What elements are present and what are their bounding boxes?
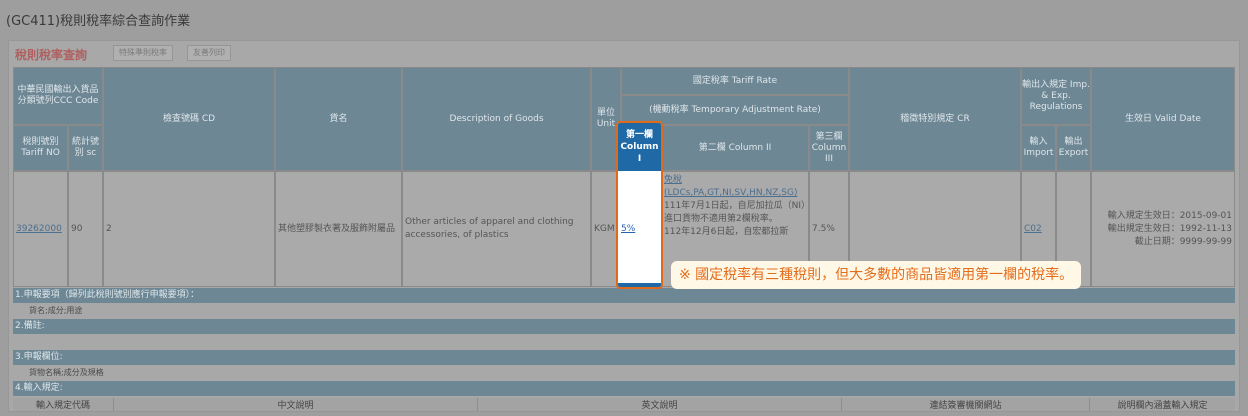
cell-tariff-no[interactable]: 39262000 [13,171,68,287]
header-cr: 稽徵特別規定 CR [849,67,1021,171]
header-column-3: 第三欄 Column III [809,125,849,171]
column-1-highlight-bottom [618,283,661,287]
column-1-highlight: 第一欄 Column I 5% [616,121,663,289]
cell-goods-en: Other articles of apparel and clothing a… [402,171,591,287]
bottom-header-en: 英文說明 [477,398,841,411]
bottom-header-zh: 中文說明 [113,398,477,411]
header-ccc-code: 中華民國輸出入貨品分類號列CCC Code [13,67,103,125]
header-tariff-rate: 國定稅率 Tariff Rate [621,67,849,95]
bottom-header-covered: 說明欄內涵蓋輸入規定 [1089,398,1235,411]
valid-date-import: 輸入規定生效日：2015-09-01 [1107,210,1232,221]
cell-goods-zh: 其他塑膠製衣著及服飾附屬品 [275,171,402,287]
header-stat-no: 統計號別 sc [68,125,103,171]
header-goods-zh: 貨名 [275,67,402,171]
section-remarks-content [13,334,1235,350]
bottom-header-code: 輸入規定代碼 [35,401,90,411]
header-cd: 檢查號碼 CD [103,67,275,171]
query-title: 稅則稅率查詢 [15,48,88,62]
valid-date-end: 截止日期：9999-99-99 [1134,236,1232,247]
tip-callout: ※ 國定稅率有三種稅則，但大多數的商品皆適用第一欄的稅率。 [671,261,1082,289]
header-export: 輸出 Export [1056,125,1091,171]
cell-cd: 2 [103,171,275,287]
import-rule-link[interactable]: C02 [1024,223,1042,236]
header-imp-exp: 輸出入規定 Imp. & Exp. Regulations [1021,67,1091,125]
valid-date-export: 輸出規定生效日：1992-11-13 [1107,223,1232,234]
section-declaration-items-content: 貨名;成分;用途 [13,303,1235,319]
header-column-1: 第一欄 Column I [618,123,661,171]
print-friendly-button[interactable]: 友善列印 [187,45,231,61]
column-2-note-2: 112年12月6日起，自宏都拉斯 [664,227,789,237]
import-rules-header: 輸入規定代碼 中文說明 英文說明 連結簽審機關網站 說明欄內涵蓋輸入規定 [13,398,1235,411]
column-2-note-1: 111年7月1日起，自尼加拉瓜（NI）進口貨物不適用第2欄稅率。 [664,201,806,224]
section-import-rules-title: 4.輸入規定: [13,381,1235,396]
column-2-duty-free-link[interactable]: 免稅 [664,174,806,187]
header-import: 輸入 Import [1021,125,1056,171]
section-declaration-items-title: 1.申報要項（歸列此稅則號別應行申報要項）： [13,288,1235,303]
tariff-no-link[interactable]: 39262000 [16,223,62,236]
section-remarks-title: 2.備註: [13,319,1235,334]
header-tariff-no: 稅則號別 Tariff NO [13,125,68,171]
column-1-rate-link[interactable]: 5% [621,224,635,234]
special-rule-rate-button[interactable]: 特殊準則稅率 [113,45,173,61]
column-2-countries-link[interactable]: (LDCs,PA,GT,NI,SV,HN,NZ,SG) [664,187,806,200]
cell-valid-date: 輸入規定生效日：2015-09-01 輸出規定生效日：1992-11-13 截止… [1091,171,1235,287]
cell-stat-no: 90 [68,171,103,287]
section-declaration-fields-title: 3.申報欄位: [13,350,1235,365]
header-column-2: 第二欄 Column II [661,125,809,171]
section-declaration-fields-content: 貨物名稱;成分及規格 [13,365,1235,381]
page-title: (GC411)稅則稅率綜合查詢作業 [6,14,191,29]
bottom-header-link: 連結簽審機關網站 [841,398,1089,411]
header-goods-en: Description of Goods [402,67,591,171]
header-valid-date: 生效日 Valid Date [1091,67,1235,171]
